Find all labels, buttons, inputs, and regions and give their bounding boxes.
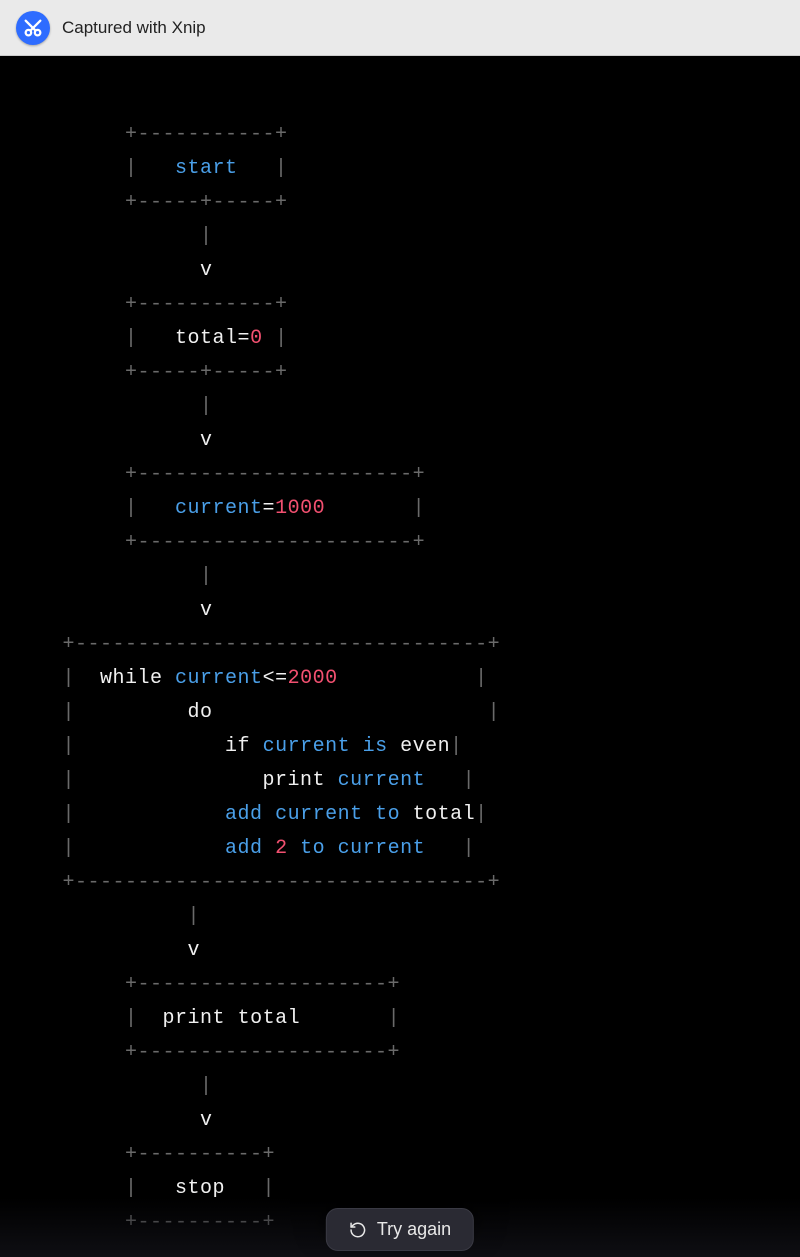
- diagram-border: +-----+-----+: [0, 361, 288, 384]
- titlebar-app-name: Captured with Xnip: [62, 18, 206, 38]
- xnip-app-icon: [16, 11, 50, 45]
- keyword-while: while: [100, 667, 163, 690]
- diagram-border: +-----+-----+: [0, 191, 288, 214]
- diagram-border: +--------------------+: [0, 973, 400, 996]
- window-titlebar: Captured with Xnip: [0, 0, 800, 56]
- diagram-border: +---------------------------------+: [0, 633, 500, 656]
- diagram-connector: |: [0, 1075, 213, 1098]
- flowchart-stop: stop: [175, 1177, 225, 1200]
- diagram-border: +----------------------+: [0, 531, 425, 554]
- diagram-border: +----------------------+: [0, 463, 425, 486]
- diagram-border: +-----------+: [0, 293, 288, 316]
- diagram-border: +----------+: [0, 1143, 275, 1166]
- diagram-arrow: v: [0, 599, 213, 622]
- try-again-label: Try again: [377, 1219, 451, 1240]
- try-again-button[interactable]: Try again: [326, 1208, 474, 1251]
- diagram-connector: |: [0, 905, 200, 928]
- value-2000: 2000: [288, 667, 338, 690]
- refresh-icon: [349, 1221, 367, 1239]
- diagram-border: +--------------------+: [0, 1041, 400, 1064]
- diagram-arrow: v: [0, 429, 213, 452]
- value-zero: 0: [250, 327, 263, 350]
- diagram-connector: |: [0, 565, 213, 588]
- diagram-arrow: v: [0, 259, 213, 282]
- diagram-border: +-----------+: [0, 123, 288, 146]
- diagram-border: |: [0, 157, 175, 180]
- diagram-arrow: v: [0, 939, 200, 962]
- keyword-do: do: [188, 701, 213, 724]
- var-total: total: [175, 327, 238, 350]
- diagram-arrow: v: [0, 1109, 213, 1132]
- diagram-border: +----------+: [0, 1211, 275, 1234]
- ascii-flowchart: +-----------+ | start | +-----+-----+ | …: [0, 56, 800, 1240]
- diagram-border: +---------------------------------+: [0, 871, 500, 894]
- value-1000: 1000: [275, 497, 325, 520]
- value-2: 2: [275, 837, 288, 860]
- keyword-if: if: [225, 735, 250, 758]
- var-current: current: [175, 497, 263, 520]
- diagram-connector: |: [0, 225, 213, 248]
- diagram-connector: |: [0, 395, 213, 418]
- keyword-print: print: [263, 769, 326, 792]
- flowchart-start: start: [175, 157, 238, 180]
